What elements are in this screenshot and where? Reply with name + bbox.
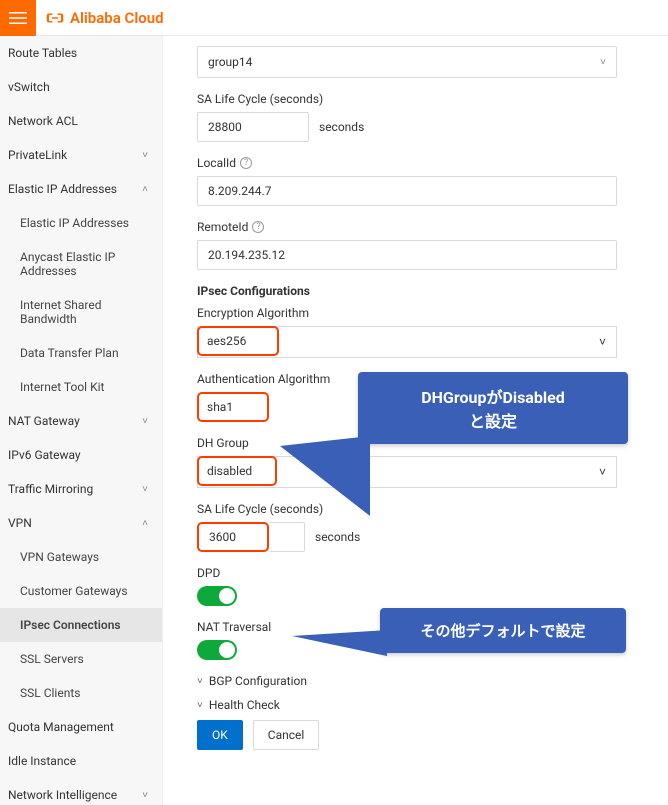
nat-toggle[interactable] (197, 640, 237, 660)
bgp-section-toggle[interactable]: ˅BGP Configuration (197, 674, 617, 688)
sidebar-item-label: VPN (8, 516, 32, 530)
sidebar-item-label: Traffic Mirroring (8, 482, 93, 496)
sidebar-item-ipsec-connections[interactable]: IPsec Connections (0, 608, 162, 642)
sidebar-item-data-transfer-plan[interactable]: Data Transfer Plan (0, 336, 162, 370)
chevron-down-icon: ˅ (197, 676, 203, 687)
sidebar-item-quota-management[interactable]: Quota Management (0, 710, 162, 744)
sa-lifecycle-2-input[interactable]: 3600 (197, 522, 269, 552)
sidebar-item-label: VPN Gateways (20, 550, 99, 564)
sidebar-item-anycast-elastic-ip-addresses[interactable]: Anycast Elastic IP Addresses (0, 240, 162, 288)
sidebar-item-elastic-ip-addresses[interactable]: Elastic IP Addresses ˄ (0, 172, 162, 206)
toggle-knob (219, 642, 235, 658)
dpd-toggle[interactable] (197, 586, 237, 606)
seconds-suffix: seconds (319, 120, 364, 134)
alibaba-cloud-icon (46, 9, 64, 27)
sidebar-item-ssl-servers[interactable]: SSL Servers (0, 642, 162, 676)
sidebar-item-vswitch[interactable]: vSwitch (0, 70, 162, 104)
sidebar-item-label: Customer Gateways (20, 584, 128, 598)
brand-logo: Alibaba Cloud (36, 9, 164, 27)
chevron-down-icon: ˅ (142, 416, 148, 427)
auth-select[interactable]: sha1 (197, 392, 269, 422)
sidebar-item-nat-gateway[interactable]: NAT Gateway ˅ (0, 404, 162, 438)
sidebar-item-label: Quota Management (8, 720, 114, 734)
sidebar-item-label: IPv6 Gateway (8, 448, 81, 462)
sidebar-item-label: Internet Tool Kit (20, 380, 104, 394)
sidebar-item-label: Internet Shared Bandwidth (20, 298, 148, 326)
sa-lifecycle-1-label: SA Life Cycle (seconds) (197, 92, 617, 106)
encryption-label: Encryption Algorithm (197, 306, 617, 320)
sidebar-item-label: SSL Clients (20, 686, 80, 700)
sidebar-item-label: Idle Instance (8, 754, 76, 768)
help-icon[interactable]: ? (240, 157, 252, 169)
chevron-up-icon: ˄ (142, 518, 148, 529)
sidebar-item-network-acl[interactable]: Network ACL (0, 104, 162, 138)
sidebar-item-label: PrivateLink (8, 148, 67, 162)
chevron-down-icon: ˅ (197, 700, 203, 711)
sidebar-item-internet-tool-kit[interactable]: Internet Tool Kit (0, 370, 162, 404)
hamburger-icon (9, 9, 27, 27)
sidebar-item-ssl-clients[interactable]: SSL Clients (0, 676, 162, 710)
sa-lifecycle-2-input-ext[interactable] (269, 522, 305, 552)
annotation-callout-2: その他デフォルトで設定 (380, 608, 626, 653)
sidebar-item-traffic-mirroring[interactable]: Traffic Mirroring ˅ (0, 472, 162, 506)
sidebar-item-vpn[interactable]: VPN ˄ (0, 506, 162, 540)
sidebar-item-label: Data Transfer Plan (20, 346, 119, 360)
toggle-knob (219, 588, 235, 604)
sidebar-item-internet-shared-bandwidth[interactable]: Internet Shared Bandwidth (0, 288, 162, 336)
sidebar-item-vpn-gateways[interactable]: VPN Gateways (0, 540, 162, 574)
chevron-down-icon: ˅ (142, 150, 148, 161)
sa-lifecycle-1-input[interactable]: 28800 (197, 112, 309, 142)
chevron-up-icon: ˄ (142, 184, 148, 195)
sidebar-item-label: Route Tables (8, 46, 77, 60)
sidebar-nav[interactable]: Route Tables vSwitch Network ACL PrivateLin… (0, 36, 163, 805)
cancel-button[interactable]: Cancel (253, 720, 320, 750)
group-select-value: group14 (208, 55, 252, 69)
remoteid-label: RemoteId? (197, 220, 617, 234)
brand-text: Alibaba Cloud (70, 9, 164, 27)
dhgroup-value-highlight: disabled (197, 456, 277, 486)
localid-input[interactable]: 8.209.244.7 (197, 176, 617, 206)
group-select[interactable]: group14 ˅ (197, 46, 617, 78)
dpd-label: DPD (197, 566, 617, 580)
chevron-down-icon: ˅ (142, 790, 148, 801)
hamburger-menu-button[interactable] (0, 0, 36, 36)
annotation-callout-1: DHGroupがDisabled と設定 (358, 372, 628, 444)
sidebar-item-label: vSwitch (8, 80, 50, 94)
chevron-down-icon: ˅ (142, 484, 148, 495)
dhgroup-select[interactable]: disabled ˅ (197, 456, 617, 488)
sidebar-item-label: SSL Servers (20, 652, 84, 666)
sidebar-item-privatelink[interactable]: PrivateLink ˅ (0, 138, 162, 172)
chevron-down-icon: ˅ (600, 57, 606, 68)
encryption-value-highlight: aes256 (197, 326, 279, 356)
localid-label: LocalId? (197, 156, 617, 170)
health-section-toggle[interactable]: ˅Health Check (197, 698, 617, 712)
remoteid-input[interactable]: 20.194.235.12 (197, 240, 617, 270)
sidebar-item-route-tables[interactable]: Route Tables (0, 36, 162, 70)
sidebar-item-label: Anycast Elastic IP Addresses (20, 250, 148, 278)
ipsec-section-title: IPsec Configurations (197, 284, 617, 298)
sidebar-item-elastic-ip-addresses[interactable]: Elastic IP Addresses (0, 206, 162, 240)
header: Alibaba Cloud (0, 0, 668, 36)
sidebar-item-ipv6-gateway[interactable]: IPv6 Gateway (0, 438, 162, 472)
sidebar-item-label: Elastic IP Addresses (20, 216, 129, 230)
encryption-select[interactable]: aes256 ˅ (197, 326, 617, 358)
sidebar-item-label: Elastic IP Addresses (8, 182, 117, 196)
sa-lifecycle-2-label: SA Life Cycle (seconds) (197, 502, 617, 516)
sidebar-item-label: NAT Gateway (8, 414, 80, 428)
sidebar-item-network-intelligence[interactable]: Network Intelligence ˅ (0, 778, 162, 805)
help-icon[interactable]: ? (252, 221, 264, 233)
chevron-down-icon: ˅ (599, 465, 616, 479)
sidebar-item-idle-instance[interactable]: Idle Instance (0, 744, 162, 778)
ok-button[interactable]: OK (197, 720, 243, 750)
sidebar-item-label: IPsec Connections (20, 618, 121, 632)
sidebar-item-label: Network ACL (8, 114, 78, 128)
chevron-down-icon: ˅ (599, 335, 616, 349)
sidebar-item-customer-gateways[interactable]: Customer Gateways (0, 574, 162, 608)
seconds-suffix: seconds (315, 530, 360, 544)
sidebar-item-label: Network Intelligence (8, 788, 117, 802)
